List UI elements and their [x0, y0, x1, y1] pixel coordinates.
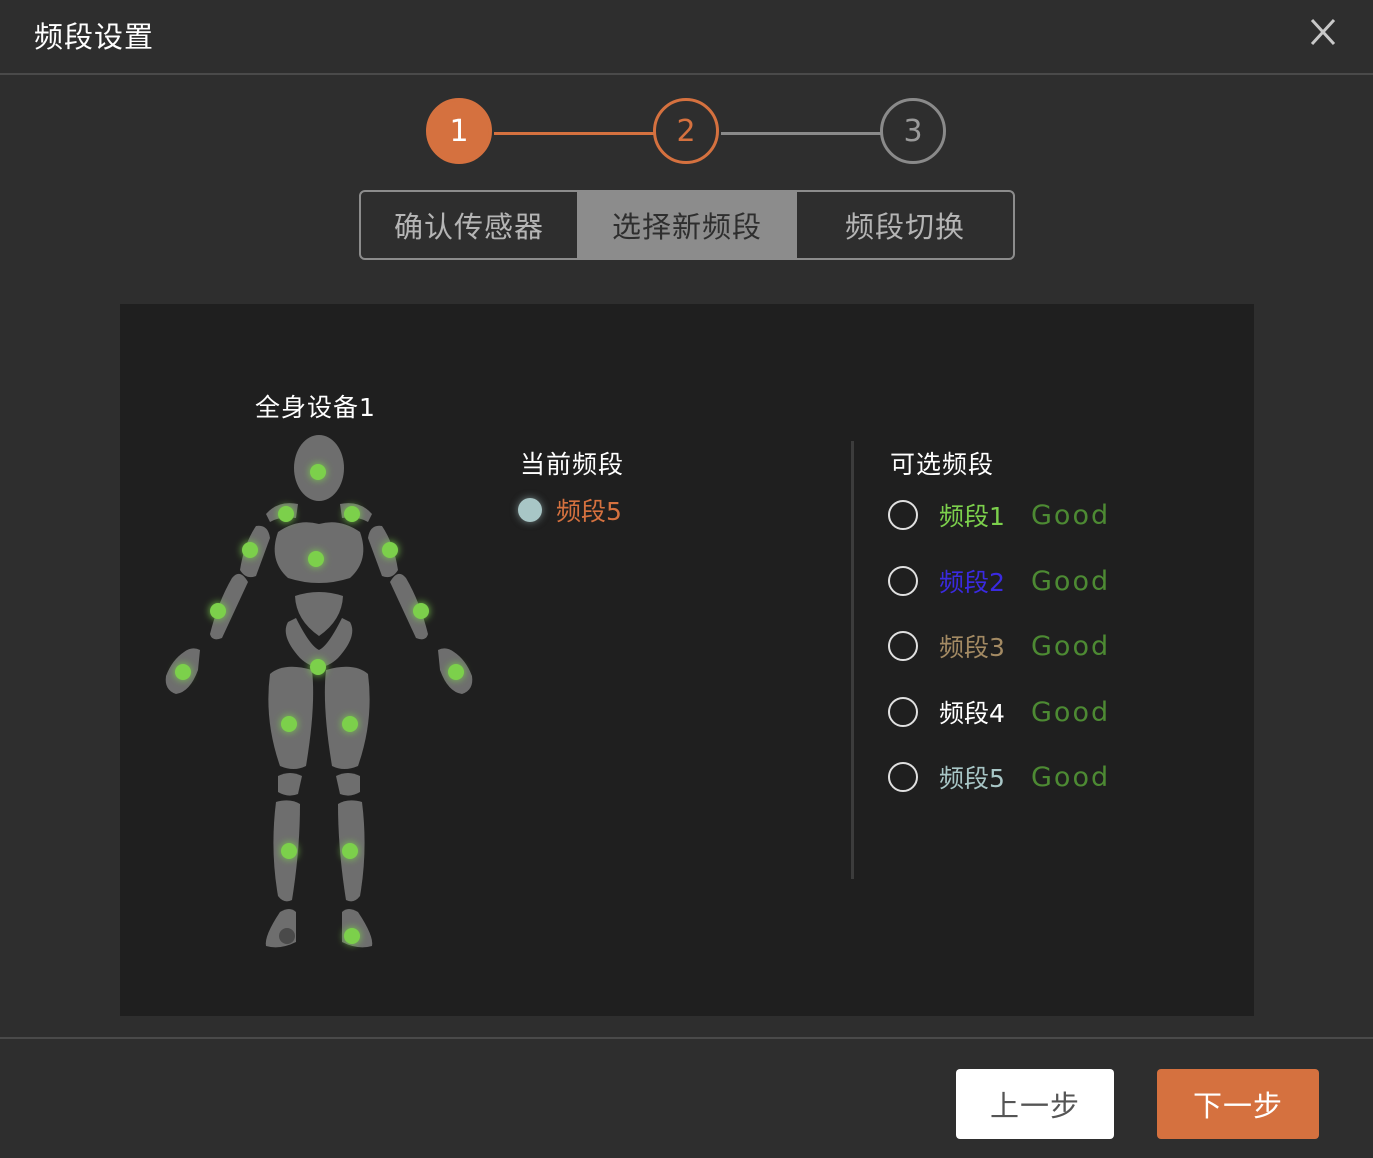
- band-option-2[interactable]: 频段2 Good: [888, 561, 1228, 601]
- main-panel: 全身设备1 当前频段 频段5 可选频段 频段1 Good 频段2 Good 频段…: [120, 304, 1254, 1016]
- current-band-dot: [518, 498, 542, 522]
- prev-step-button[interactable]: 上一步: [956, 1069, 1114, 1139]
- band-name: 频段2: [939, 568, 1005, 597]
- next-step-button[interactable]: 下一步: [1157, 1069, 1319, 1139]
- close-button[interactable]: [1300, 10, 1346, 56]
- band-quality: Good: [1031, 696, 1111, 728]
- current-band-value: 频段5: [556, 497, 622, 526]
- band-option-5[interactable]: 频段5 Good: [888, 757, 1228, 797]
- device-title: 全身设备1: [255, 393, 376, 422]
- close-icon: [1310, 18, 1336, 46]
- band-settings-dialog: 频段设置 1 2 3 确认传感器 选择新频段 频段切换 全身设备1 当前频段 频…: [0, 0, 1373, 1158]
- current-band: 频段5: [518, 492, 622, 528]
- band-name: 频段1: [939, 502, 1005, 531]
- band-quality: Good: [1031, 499, 1111, 531]
- radio-button[interactable]: [888, 566, 918, 596]
- band-option-4[interactable]: 频段4 Good: [888, 692, 1228, 732]
- step-1[interactable]: 1: [426, 98, 492, 164]
- band-quality: Good: [1031, 761, 1111, 793]
- radio-button[interactable]: [888, 500, 918, 530]
- vertical-divider: [851, 441, 854, 879]
- footer-divider: [0, 1037, 1373, 1039]
- band-quality: Good: [1031, 630, 1111, 662]
- tab-confirm-sensor[interactable]: 确认传感器: [361, 192, 577, 258]
- band-name: 频段4: [939, 699, 1005, 728]
- step-tabs: 确认传感器 选择新频段 频段切换: [359, 190, 1015, 260]
- dialog-title: 频段设置: [34, 20, 155, 54]
- radio-button[interactable]: [888, 631, 918, 661]
- step-connector-2: [721, 132, 881, 135]
- title-bar: 频段设置: [0, 0, 1373, 75]
- tab-band-switch[interactable]: 频段切换: [795, 192, 1013, 258]
- band-option-1[interactable]: 频段1 Good: [888, 495, 1228, 535]
- step-connector-1: [494, 132, 654, 135]
- stepper: 1 2 3: [0, 98, 1373, 170]
- radio-button[interactable]: [888, 697, 918, 727]
- band-quality: Good: [1031, 565, 1111, 597]
- step-2[interactable]: 2: [653, 98, 719, 164]
- band-name: 频段5: [939, 764, 1005, 793]
- band-option-3[interactable]: 频段3 Good: [888, 626, 1228, 666]
- human-body-figure: [165, 435, 473, 948]
- radio-button[interactable]: [888, 762, 918, 792]
- available-bands-label: 可选频段: [890, 450, 995, 479]
- step-3[interactable]: 3: [880, 98, 946, 164]
- current-band-label: 当前频段: [520, 450, 625, 479]
- tab-select-new-band[interactable]: 选择新频段: [577, 192, 795, 258]
- band-name: 频段3: [939, 633, 1005, 662]
